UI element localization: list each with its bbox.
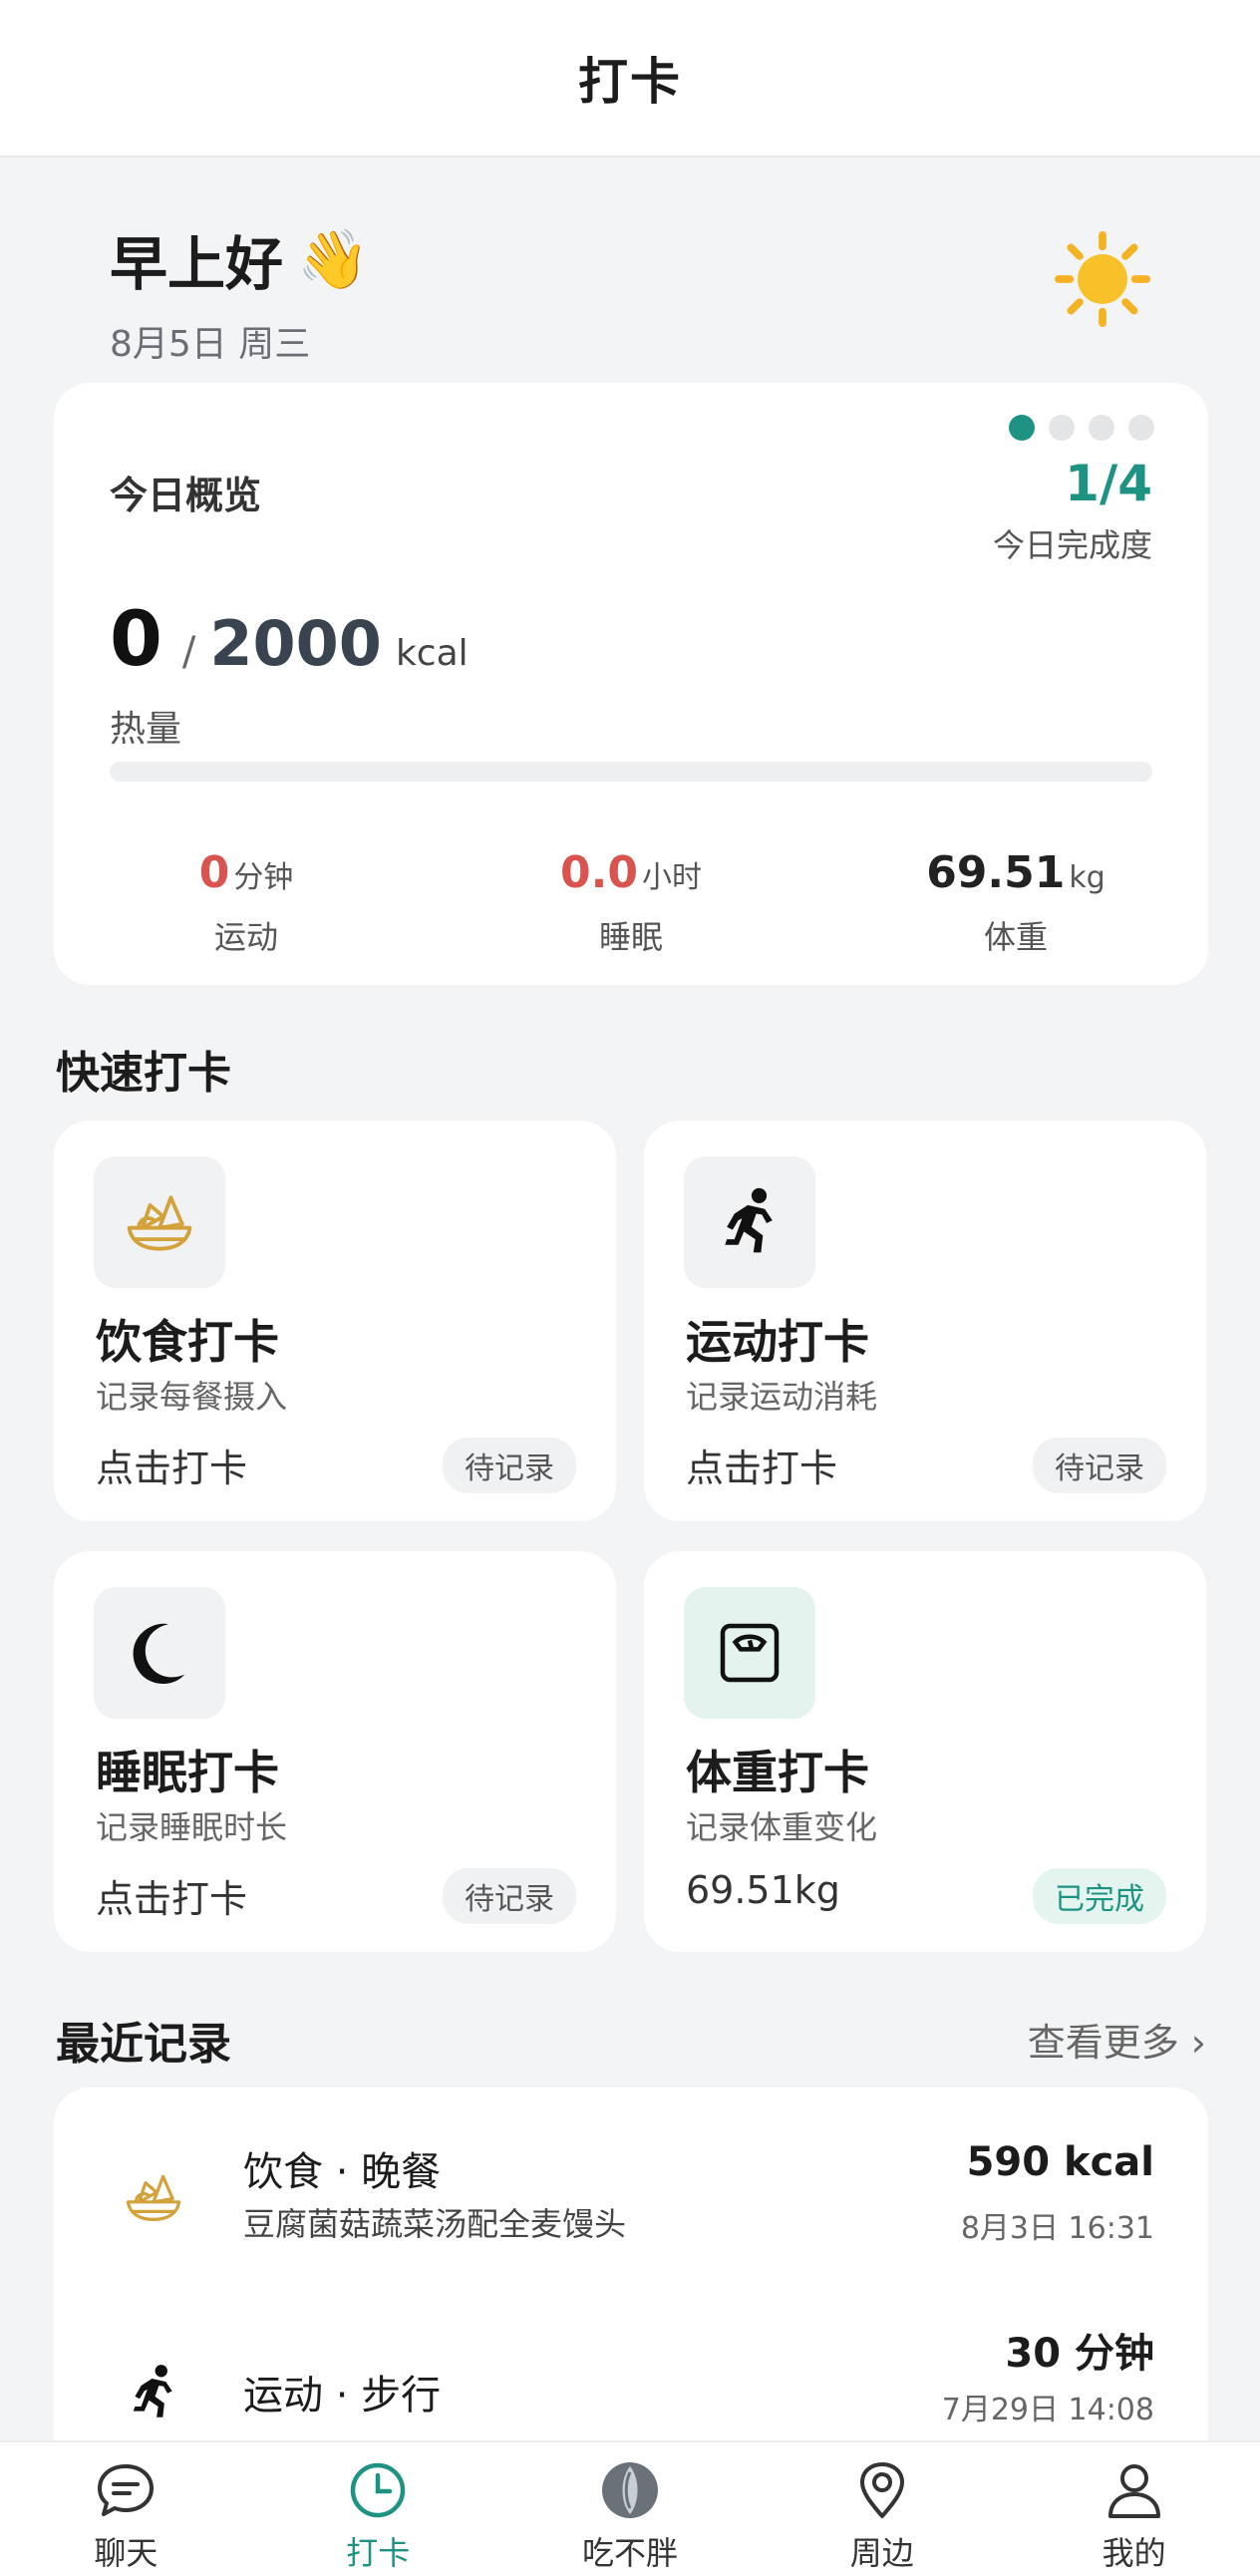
overview-stats: 0 分钟 运动 0.0 小时 睡眠 69.51 kg 体重 (54, 847, 1208, 958)
completion-label: 今日完成度 (992, 526, 1152, 564)
running-icon (133, 2365, 172, 2417)
calories-current: 0 (110, 594, 162, 683)
profile-icon (1107, 2464, 1160, 2518)
current-date: 8月5日 周三 (110, 324, 311, 365)
greeting-block: 早上好 👋 8月5日 周三 (110, 217, 369, 367)
card-action[interactable]: 点击打卡 (96, 1438, 247, 1492)
status-badge: 待记录 (443, 1868, 576, 1924)
stat-value: 0 (198, 847, 230, 898)
food-bowl-icon (126, 2174, 181, 2221)
chat-icon (98, 2464, 155, 2516)
record-time: 7月29日 14:08 (941, 2393, 1154, 2427)
stat-weight: 69.51 kg 体重 (823, 847, 1208, 958)
food-checkin-card[interactable]: 饮食打卡 记录每餐摄入 点击打卡 待记录 (54, 1121, 616, 1521)
sun-icon (1055, 231, 1150, 327)
overview-card[interactable]: 今日概览 1/4 今日完成度 0 / 2000 kcal 热量 0 分钟 运动 … (54, 383, 1208, 985)
card-title: 饮食打卡 (96, 1315, 279, 1369)
record-title: 饮食 · 晚餐 (243, 2149, 442, 2195)
card-subtitle: 记录运动消耗 (686, 1378, 878, 1416)
stat-label: 睡眠 (598, 918, 663, 956)
tab-label: 聊天 (94, 2534, 158, 2572)
overview-title: 今日概览 (110, 474, 262, 517)
card-weight-value[interactable]: 69.51kg (686, 1868, 840, 1912)
app-logo-icon (601, 2462, 658, 2518)
exercise-checkin-card[interactable]: 运动打卡 记录运动消耗 点击打卡 待记录 (644, 1121, 1206, 1521)
stat-sleep: 0.0 小时 睡眠 (439, 847, 823, 958)
stat-value: 69.51 (926, 847, 1066, 898)
top-bar: 打卡 (0, 0, 1260, 158)
record-value: 30 分钟 (1005, 2331, 1154, 2377)
greeting-text-row: 早上好 👋 (110, 217, 369, 301)
view-more-link[interactable]: 查看更多 › (1028, 2012, 1206, 2067)
record-value: 590 kcal (966, 2139, 1154, 2185)
tab-label: 周边 (849, 2534, 914, 2572)
calorie-readout: 0 / 2000 kcal (110, 594, 469, 683)
list-item[interactable]: 饮食 · 晚餐 豆腐菌菇蔬菜汤配全麦馒头 590 kcal 8月3日 16:31 (54, 2107, 1208, 2287)
calories-label: 热量 (110, 709, 182, 750)
carousel-dot-2[interactable] (1049, 415, 1075, 441)
card-subtitle: 记录每餐摄入 (96, 1378, 288, 1416)
tab-label: 打卡 (346, 2534, 411, 2572)
carousel-dot-1[interactable] (1009, 415, 1035, 441)
carousel-dot-4[interactable] (1128, 415, 1154, 441)
calories-separator: / (181, 629, 196, 675)
recent-records-title: 最近记录 (56, 2019, 231, 2070)
stat-unit: 分钟 (233, 860, 294, 895)
stat-label: 运动 (213, 918, 278, 956)
tab-chat[interactable]: 聊天 (0, 2442, 252, 2576)
calories-goal: 2000 (209, 607, 382, 680)
card-subtitle: 记录睡眠时长 (96, 1808, 288, 1846)
tab-label: 我的 (1102, 2534, 1166, 2572)
status-badge: 待记录 (443, 1438, 576, 1493)
card-action[interactable]: 点击打卡 (686, 1438, 837, 1492)
status-badge: 待记录 (1033, 1438, 1166, 1493)
tab-label: 吃不胖 (581, 2534, 678, 2572)
stat-unit: 小时 (641, 860, 702, 895)
food-bowl-icon (127, 1195, 192, 1251)
location-pin-icon (859, 2462, 904, 2518)
weight-icon-tile (684, 1587, 815, 1719)
record-subtitle: 豆腐菌菇蔬菜汤配全麦馒头 (243, 2205, 627, 2243)
carousel-dot-3[interactable] (1089, 415, 1114, 441)
record-time: 8月3日 16:31 (960, 2211, 1154, 2246)
card-action[interactable]: 点击打卡 (96, 1868, 247, 1923)
sleep-checkin-card[interactable]: 睡眠打卡 记录睡眠时长 点击打卡 待记录 (54, 1551, 616, 1952)
bottom-tab-bar: 聊天 打卡 吃不胖 周边 我的 (0, 2440, 1260, 2576)
tab-nearby[interactable]: 周边 (756, 2442, 1008, 2576)
stat-label: 体重 (983, 918, 1048, 956)
stat-unit: kg (1069, 860, 1105, 895)
list-item[interactable]: 运动 · 步行 30 分钟 7月29日 14:08 (54, 2287, 1208, 2466)
food-icon-tile (94, 1156, 225, 1288)
carousel-dots[interactable] (1009, 415, 1154, 441)
completion-ratio: 1/4 (1065, 455, 1152, 512)
quick-checkin-title: 快速打卡 (56, 1048, 231, 1099)
stat-value: 0.0 (560, 847, 638, 898)
scale-icon (720, 1623, 780, 1683)
card-subtitle: 记录体重变化 (686, 1808, 878, 1846)
greeting-text: 早上好 (110, 230, 284, 298)
card-title: 体重打卡 (686, 1746, 869, 1799)
card-title: 睡眠打卡 (96, 1746, 279, 1799)
sleep-icon-tile (94, 1587, 225, 1719)
status-badge: 已完成 (1033, 1868, 1166, 1924)
tab-checkin[interactable]: 打卡 (252, 2442, 504, 2576)
clock-icon (350, 2462, 406, 2518)
running-icon (725, 1187, 773, 1253)
wave-icon: 👋 (297, 224, 370, 293)
moon-icon (133, 1623, 185, 1684)
calories-unit: kcal (395, 633, 469, 674)
page-title: 打卡 (578, 53, 682, 111)
calorie-progress-bar (110, 762, 1152, 782)
exercise-icon-tile (684, 1156, 815, 1288)
record-icon (120, 2163, 187, 2231)
tab-home[interactable]: 吃不胖 (504, 2442, 757, 2576)
record-icon (120, 2359, 187, 2426)
weight-checkin-card[interactable]: 体重打卡 记录体重变化 69.51kg 已完成 (644, 1551, 1206, 1952)
card-title: 运动打卡 (686, 1315, 869, 1369)
tab-profile[interactable]: 我的 (1008, 2442, 1260, 2576)
record-title: 运动 · 步行 (243, 2373, 442, 2418)
stat-exercise: 0 分钟 运动 (54, 847, 439, 958)
